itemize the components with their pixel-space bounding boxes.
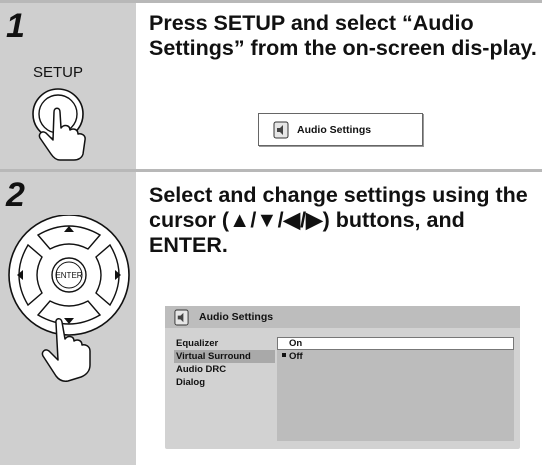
step1-instruction: Press SETUP and select “Audio Settings” … (149, 11, 537, 60)
audio-settings-screen-item: Audio Settings (258, 113, 423, 146)
enter-button-label: ENTER (55, 271, 82, 280)
menu-item-equalizer[interactable]: Equalizer (174, 337, 275, 350)
menu-screen-title: Audio Settings (199, 311, 274, 323)
menu-item-dialog[interactable]: Dialog (174, 376, 275, 389)
speaker-icon (174, 309, 189, 325)
step2-number: 2 (6, 176, 25, 214)
menu-screen-header: Audio Settings (165, 306, 520, 328)
menu-item-audio-drc[interactable]: Audio DRC (174, 363, 275, 376)
option-off-label: Off (289, 351, 303, 362)
speaker-icon (273, 121, 289, 138)
step2-instruction: Select and change settings using the cur… (149, 183, 528, 257)
setup-button-illustration: SETUP (32, 64, 86, 161)
cursor-pad-illustration: ENTER (8, 215, 130, 382)
step1-number: 1 (6, 7, 25, 45)
options-pane: On Off (277, 337, 514, 441)
option-on-label: On (289, 338, 303, 349)
audio-settings-label: Audio Settings (297, 123, 372, 136)
audio-settings-menu-screen: Audio Settings Equalizer Virtual Surroun… (165, 306, 520, 449)
setup-button-label: SETUP (33, 64, 83, 81)
option-on[interactable]: On (277, 337, 514, 350)
current-setting-marker-icon (282, 353, 286, 358)
menu-item-virtual-surround[interactable]: Virtual Surround (174, 350, 275, 363)
settings-menu-list: Equalizer Virtual Surround Audio DRC Dia… (174, 337, 275, 389)
option-off[interactable]: Off (277, 350, 514, 363)
